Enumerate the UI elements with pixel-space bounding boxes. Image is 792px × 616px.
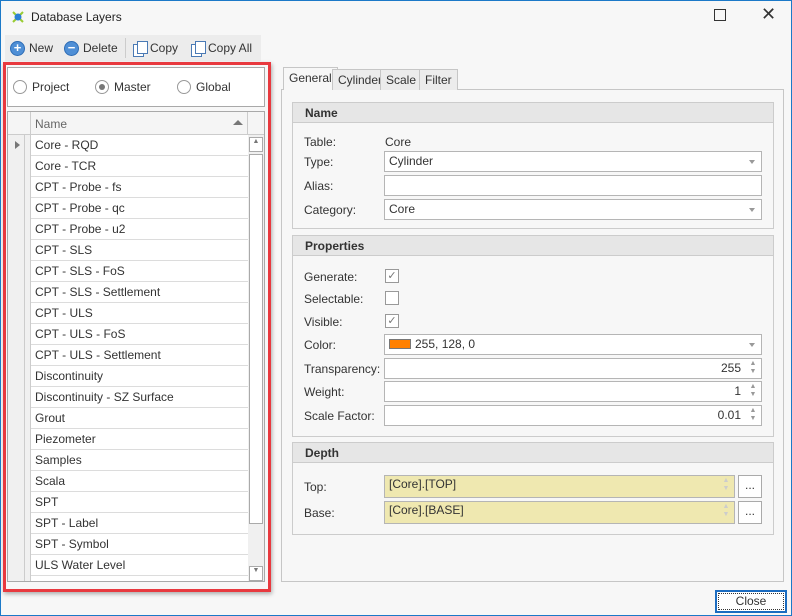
- list-item[interactable]: SPT: [31, 492, 248, 513]
- base-label: Base:: [304, 506, 335, 520]
- base-expression-input[interactable]: [Core].[BASE] ▲ ▼: [384, 501, 735, 524]
- copy-button[interactable]: Copy: [133, 38, 178, 58]
- window-title: Database Layers: [31, 10, 122, 24]
- list-item[interactable]: CPT - SLS: [31, 240, 248, 261]
- list-item[interactable]: CPT - SLS - Settlement: [31, 282, 248, 303]
- list-item[interactable]: SPT - Symbol: [31, 534, 248, 555]
- copy-icon: [133, 40, 148, 57]
- depth-group-header: Depth: [293, 443, 773, 463]
- list-item[interactable]: Samples: [31, 450, 248, 471]
- transparency-label: Transparency:: [304, 362, 381, 376]
- radio-global[interactable]: Global: [177, 80, 231, 94]
- generate-checkbox[interactable]: ✓: [385, 269, 399, 283]
- type-label: Type:: [304, 155, 334, 169]
- name-group-header: Name: [293, 103, 773, 123]
- sort-ascending-icon: [233, 120, 243, 125]
- list-item[interactable]: CPT - ULS - Settlement: [31, 345, 248, 366]
- list-item[interactable]: CPT - Probe - qc: [31, 198, 248, 219]
- top-label: Top:: [304, 480, 327, 494]
- top-ellipsis-button[interactable]: ...: [738, 475, 762, 498]
- scale-factor-label: Scale Factor:: [304, 409, 375, 423]
- list-item[interactable]: CPT - ULS - FoS: [31, 324, 248, 345]
- database-layers-window: Database Layers ✕ + New − Delete Copy Copy…: [0, 0, 792, 616]
- type-dropdown[interactable]: Cylinder: [384, 151, 762, 172]
- category-dropdown[interactable]: Core: [384, 199, 762, 220]
- radio-master[interactable]: Master: [95, 80, 151, 94]
- list-item[interactable]: CPT - Probe - u2: [31, 219, 248, 240]
- visible-label: Visible:: [304, 315, 343, 329]
- top-expression-input[interactable]: [Core].[TOP] ▲ ▼: [384, 475, 735, 498]
- toolbar-divider: [125, 38, 126, 58]
- layers-grid: Name Core - RQD Core - TCR CPT - Probe - f…: [7, 111, 265, 582]
- base-ellipsis-button[interactable]: ...: [738, 501, 762, 524]
- scroll-thumb[interactable]: [249, 154, 263, 524]
- scroll-down-icon[interactable]: ▼: [249, 566, 263, 581]
- tab-scale[interactable]: Scale: [380, 69, 423, 90]
- category-label: Category:: [304, 203, 357, 217]
- visible-checkbox[interactable]: ✓: [385, 314, 399, 328]
- selectable-label: Selectable:: [304, 292, 364, 306]
- close-button[interactable]: Close: [715, 590, 787, 613]
- copy-all-icon: [191, 40, 206, 57]
- list-item[interactable]: Discontinuity: [31, 366, 248, 387]
- radio-project[interactable]: Project: [13, 80, 69, 94]
- list-item[interactable]: Grout: [31, 408, 248, 429]
- minus-icon: −: [64, 40, 79, 56]
- color-label: Color:: [304, 338, 337, 352]
- spin-arrows-icon[interactable]: ▲ ▼: [720, 477, 732, 494]
- list-item[interactable]: Discontinuity - SZ Surface: [31, 387, 248, 408]
- list-item[interactable]: CPT - ULS: [31, 303, 248, 324]
- tab-general[interactable]: General: [283, 67, 338, 90]
- list-item[interactable]: SPT - Label: [31, 513, 248, 534]
- table-label: Table:: [304, 135, 337, 149]
- app-logo-icon: [12, 11, 24, 23]
- maximize-icon[interactable]: [714, 9, 726, 21]
- scroll-up-icon[interactable]: ▲: [249, 137, 263, 152]
- tab-filter[interactable]: Filter: [419, 69, 458, 90]
- alias-label: Alias:: [304, 179, 334, 193]
- column-header-name[interactable]: Name: [35, 117, 67, 131]
- plus-icon: +: [10, 40, 25, 56]
- color-picker[interactable]: 255, 128, 0: [384, 334, 762, 355]
- row-indicator-icon: [15, 141, 20, 149]
- spin-arrows-icon[interactable]: ▲ ▼: [747, 360, 759, 377]
- vertical-scrollbar[interactable]: ▲ ▼: [248, 136, 264, 581]
- new-button[interactable]: + New: [10, 38, 53, 58]
- list-item[interactable]: Core - TCR: [31, 156, 248, 177]
- alias-input[interactable]: [384, 175, 762, 196]
- generate-label: Generate:: [304, 270, 358, 284]
- delete-button[interactable]: − Delete: [64, 38, 118, 58]
- weight-spinner[interactable]: 1 ▲ ▼: [384, 381, 762, 402]
- copy-all-button[interactable]: Copy All: [191, 38, 252, 58]
- list-item[interactable]: Piezometer: [31, 429, 248, 450]
- color-swatch: [389, 339, 411, 349]
- spin-arrows-icon[interactable]: ▲ ▼: [720, 503, 732, 520]
- scale-factor-spinner[interactable]: 0.01 ▲ ▼: [384, 405, 762, 426]
- list-item[interactable]: ULS Water Level: [31, 555, 248, 576]
- table-value: Core: [385, 135, 412, 149]
- spin-arrows-icon[interactable]: ▲ ▼: [747, 407, 759, 424]
- list-item[interactable]: Weath...: [31, 576, 248, 581]
- list-item[interactable]: CPT - Probe - fs: [31, 177, 248, 198]
- transparency-spinner[interactable]: 255 ▲ ▼: [384, 358, 762, 379]
- list-item[interactable]: Scala: [31, 471, 248, 492]
- selectable-checkbox[interactable]: [385, 291, 399, 305]
- close-icon[interactable]: ✕: [761, 4, 776, 25]
- spin-arrows-icon[interactable]: ▲ ▼: [747, 383, 759, 400]
- weight-label: Weight:: [304, 385, 345, 399]
- list-item[interactable]: Core - RQD: [31, 135, 248, 156]
- properties-group-header: Properties: [293, 236, 773, 256]
- list-item[interactable]: CPT - SLS - FoS: [31, 261, 248, 282]
